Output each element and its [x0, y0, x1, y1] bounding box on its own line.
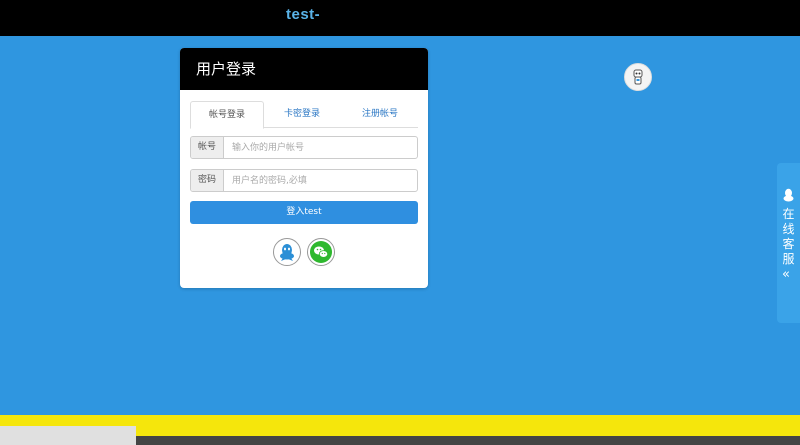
login-panel: 用户登录 帐号登录 卡密登录 注册帐号 帐号 密码 登入test — [180, 48, 428, 288]
password-input[interactable] — [224, 170, 417, 191]
wechat-login-button[interactable] — [307, 238, 335, 266]
password-field: 密码 — [190, 169, 418, 192]
qq-penguin-icon — [783, 188, 794, 202]
tab-account-login[interactable]: 帐号登录 — [190, 101, 264, 129]
username-field: 帐号 — [190, 136, 418, 159]
password-label: 密码 — [191, 170, 224, 191]
wechat-icon — [310, 241, 332, 263]
login-button[interactable]: 登入test — [190, 201, 418, 224]
customer-service-tab[interactable]: 在线客服 « — [777, 163, 800, 323]
tab-register[interactable]: 注册帐号 — [342, 101, 418, 127]
site-title[interactable]: test- — [286, 6, 320, 23]
robot-icon — [633, 69, 643, 85]
qq-login-button[interactable] — [273, 238, 301, 266]
tab-card-login[interactable]: 卡密登录 — [266, 101, 338, 127]
panel-title: 用户登录 — [180, 48, 428, 90]
robot-assistant[interactable] — [624, 63, 652, 91]
login-tabs: 帐号登录 卡密登录 注册帐号 — [190, 101, 418, 129]
customer-service-label: 在线客服 — [782, 207, 795, 266]
bottom-strip — [0, 426, 136, 445]
collapse-arrow-icon: « — [782, 267, 790, 282]
username-input[interactable] — [224, 137, 417, 158]
username-label: 帐号 — [191, 137, 224, 158]
top-bar: test- — [0, 0, 800, 36]
bottom-dark-strip — [136, 436, 800, 445]
qq-icon — [280, 244, 294, 261]
